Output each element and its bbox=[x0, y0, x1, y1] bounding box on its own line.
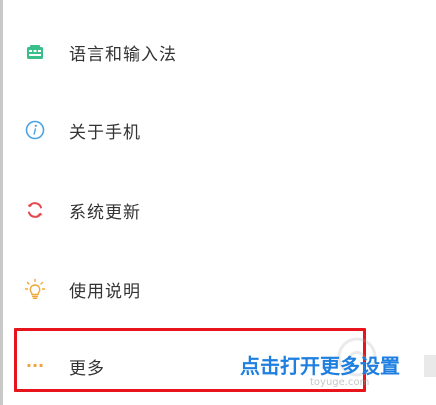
lightbulb-icon bbox=[24, 278, 46, 300]
info-icon bbox=[24, 119, 46, 141]
settings-item-label: 使用说明 bbox=[69, 281, 141, 302]
settings-item-user-guide[interactable]: 使用说明 bbox=[0, 259, 436, 319]
watermark-text: toyuge.com bbox=[310, 377, 370, 388]
settings-item-label: 语言和输入法 bbox=[69, 44, 177, 65]
annotation-text: 点击打开更多设置 bbox=[240, 354, 400, 378]
refresh-icon bbox=[24, 199, 46, 221]
settings-item-language-input[interactable]: 语言和输入法 bbox=[0, 22, 436, 82]
settings-item-about-phone[interactable]: 关于手机 bbox=[0, 100, 436, 160]
settings-item-system-update[interactable]: 系统更新 bbox=[0, 180, 436, 240]
keyboard-icon bbox=[24, 41, 46, 63]
side-edge-tab bbox=[424, 355, 436, 377]
settings-item-label: 系统更新 bbox=[69, 202, 141, 223]
settings-item-label: 关于手机 bbox=[69, 122, 141, 143]
